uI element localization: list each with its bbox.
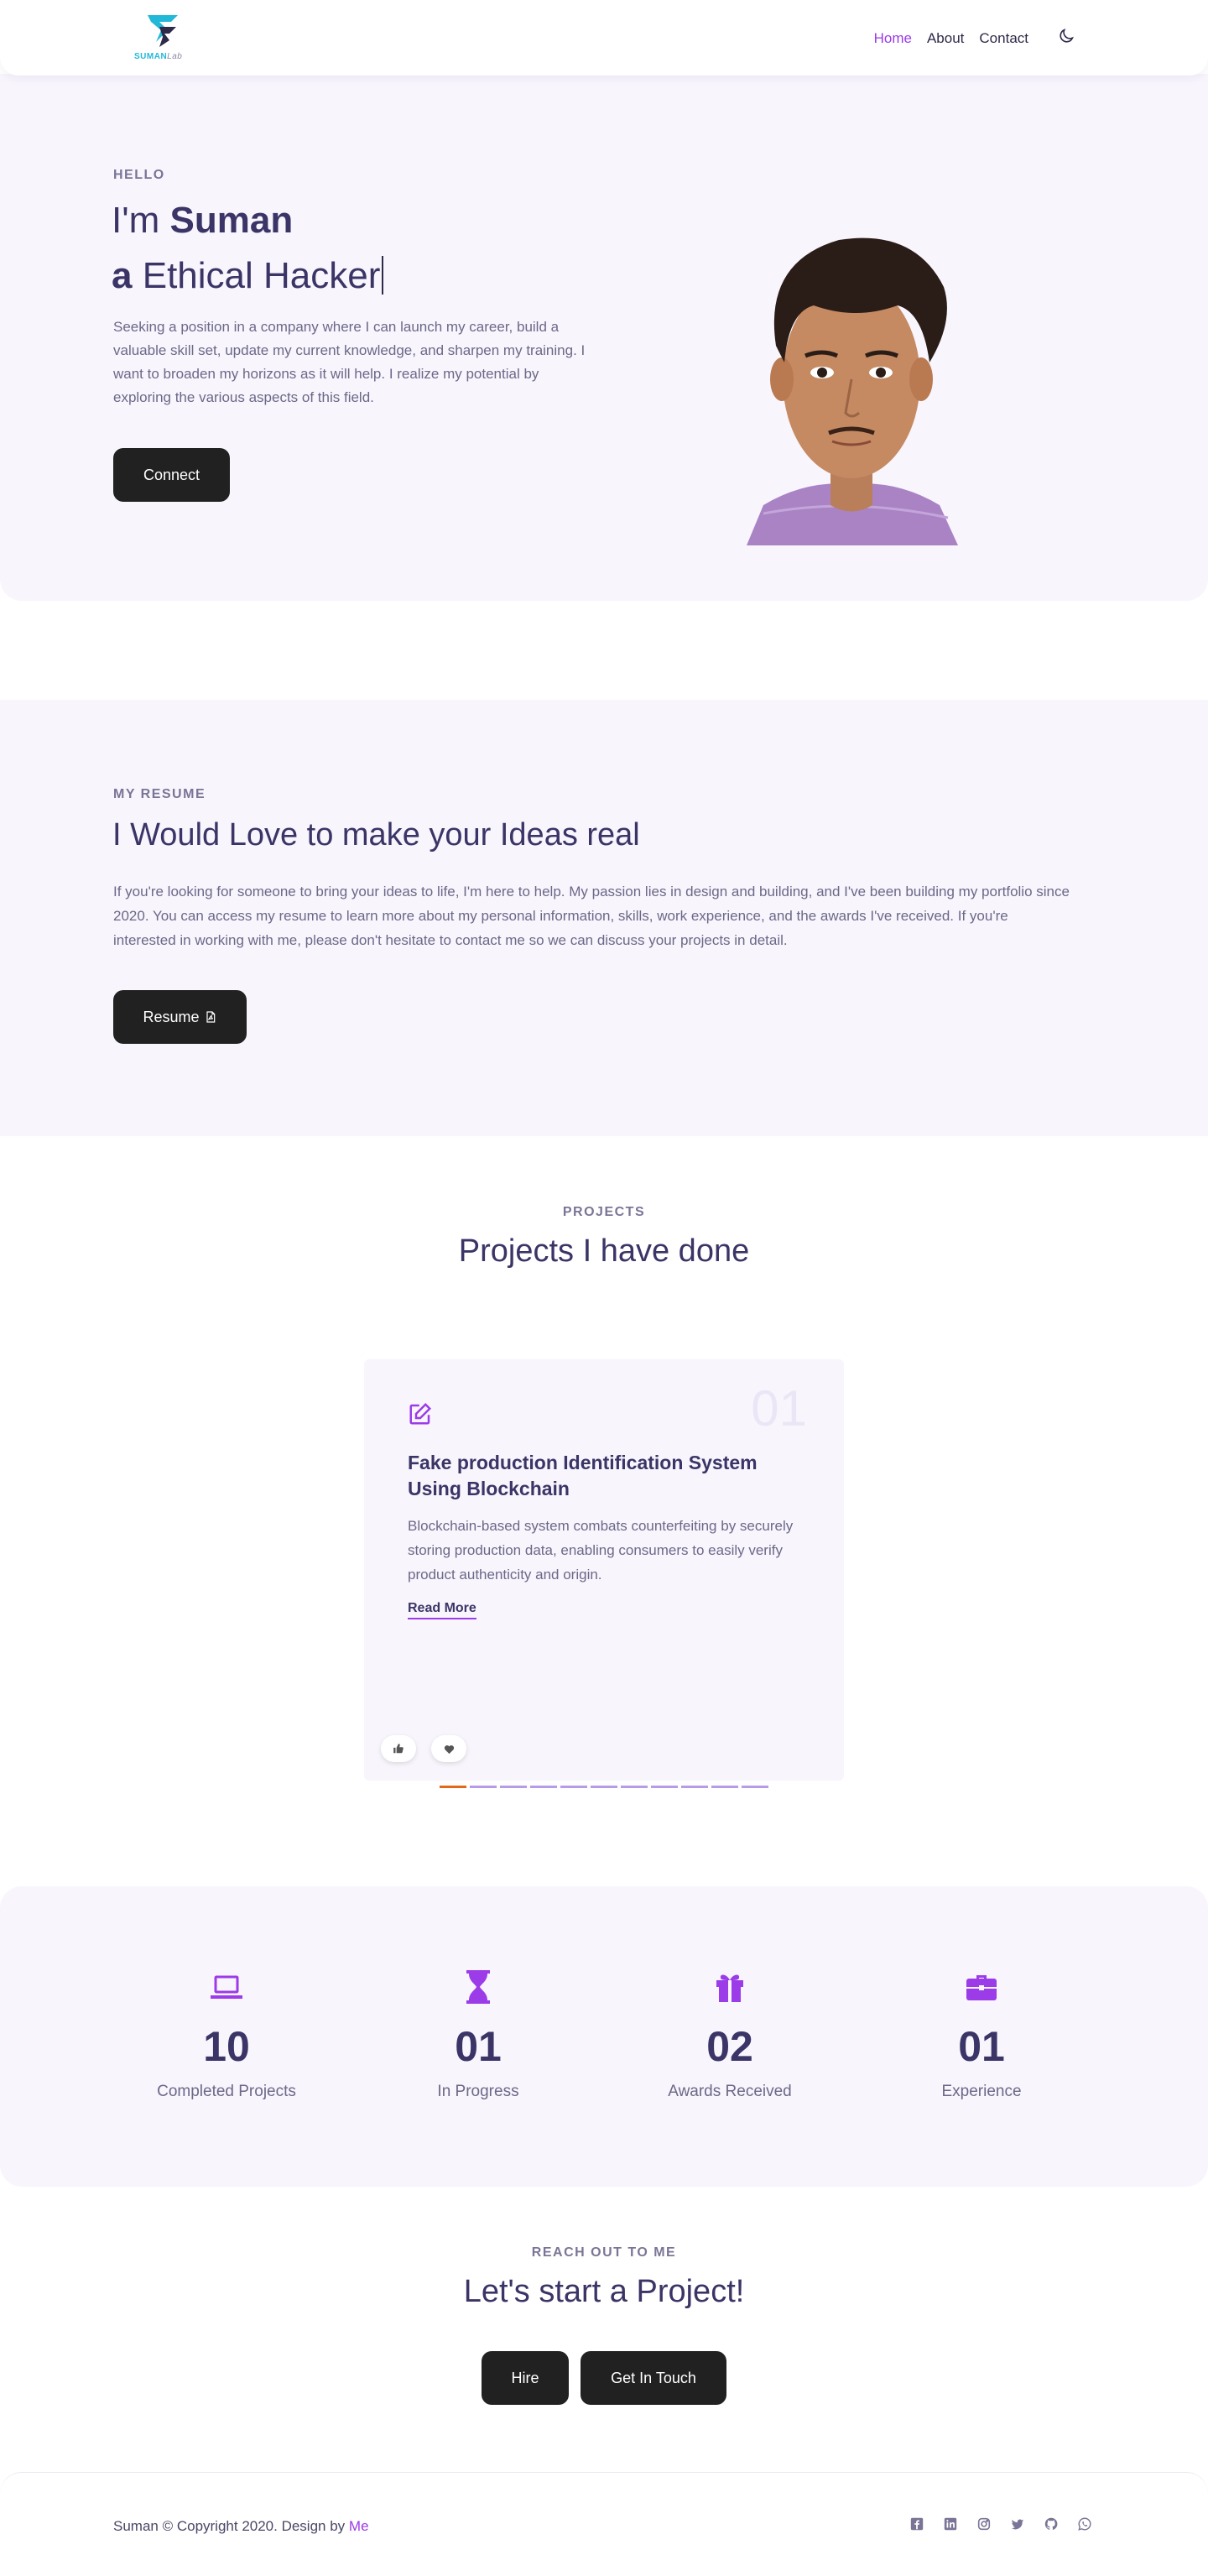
instagram-icon[interactable] (976, 2516, 993, 2533)
contact-section: REACH OUT TO ME Let's start a Project! H… (0, 2245, 1208, 2405)
briefcase-icon (963, 1969, 1000, 2005)
resume-button[interactable]: Resume (113, 990, 247, 1044)
logo-text: SUMAN (134, 52, 168, 61)
role-prefix: a (112, 255, 133, 296)
moon-icon[interactable] (1057, 27, 1079, 49)
resume-kicker: MY RESUME (113, 787, 206, 801)
carousel-dot[interactable] (530, 1786, 557, 1788)
navbar: SUMANLab Home About Contact (0, 0, 1208, 76)
designer-link[interactable]: Me (349, 2518, 369, 2534)
hero-role: Ethical Hacker (142, 255, 381, 296)
greeting-prefix: I'm (112, 200, 160, 241)
carousel-dot[interactable] (621, 1786, 648, 1788)
project-description: Blockchain-based system combats counterf… (408, 1518, 794, 1583)
gift-icon (711, 1969, 748, 2005)
copyright: Suman © Copyright 2020. Design by Me (113, 2518, 369, 2535)
hero-section: HELLO I'm Suman a Ethical Hacker Seeking… (0, 74, 1208, 601)
logo-icon (148, 15, 178, 47)
footer: Suman © Copyright 2020. Design by Me (0, 2472, 1208, 2576)
twitter-icon[interactable] (1010, 2516, 1027, 2533)
stat-label: Awards Received (668, 2083, 792, 2100)
carousel-dot[interactable] (591, 1786, 617, 1788)
nav-home[interactable]: Home (874, 30, 912, 47)
whatsapp-icon[interactable] (1077, 2516, 1094, 2533)
hero-name: Suman (169, 200, 294, 241)
laptop-icon (208, 1969, 245, 2005)
carousel-dot[interactable] (560, 1786, 587, 1788)
stat-value: 10 (203, 2023, 250, 2070)
hero-bio: Seeking a position in a company where I … (113, 319, 586, 405)
contact-title: Let's start a Project! (463, 2274, 745, 2309)
carousel-dot[interactable] (500, 1786, 527, 1788)
social-links (909, 2516, 1094, 2533)
carousel-dot[interactable] (742, 1786, 768, 1788)
nav-about[interactable]: About (927, 30, 964, 47)
read-more-link[interactable]: Read More (408, 1601, 476, 1619)
stat-label: Experience (941, 2083, 1022, 2100)
project-title: Fake production Identification System Us… (408, 1452, 758, 1499)
carousel-pagination (440, 1786, 768, 1788)
contact-kicker: REACH OUT TO ME (531, 2245, 677, 2260)
stat-value: 02 (706, 2023, 753, 2070)
thumbs-up-icon[interactable] (381, 1735, 416, 1762)
resume-section: MY RESUME I Would Love to make your Idea… (0, 700, 1208, 1136)
carousel-dot[interactable] (681, 1786, 708, 1788)
stat-completed-projects: 10 Completed Projects (101, 1969, 352, 2101)
projects-kicker: PROJECTS (562, 1205, 646, 1219)
nav-contact[interactable]: Contact (979, 30, 1028, 47)
get-in-touch-button[interactable]: Get In Touch (581, 2351, 726, 2405)
copyright-text: Suman © Copyright 2020. Design by (113, 2518, 346, 2534)
heart-icon[interactable] (431, 1735, 466, 1762)
resume-title: I Would Love to make your Ideas real (112, 817, 640, 853)
edit-icon (408, 1401, 435, 1428)
carousel-dot[interactable] (711, 1786, 738, 1788)
project-card[interactable]: 01 Fake production Identification System… (364, 1359, 844, 1781)
resume-text: If you're looking for someone to bring y… (113, 884, 1070, 948)
nav-links: Home About Contact (874, 30, 1028, 47)
stat-label: In Progress (437, 2083, 519, 2100)
carousel-dot[interactable] (440, 1786, 466, 1788)
hire-button[interactable]: Hire (482, 2351, 569, 2405)
project-number: 01 (751, 1380, 807, 1437)
hero-kicker: HELLO (113, 168, 165, 182)
hourglass-icon (460, 1969, 497, 2005)
stat-value: 01 (958, 2023, 1005, 2070)
resume-button-label: Resume (143, 1008, 200, 1025)
connect-button[interactable]: Connect (113, 448, 230, 502)
stat-awards-received: 02 Awards Received (604, 1969, 856, 2101)
site-logo[interactable]: SUMANLab (134, 10, 193, 65)
carousel-dot[interactable] (470, 1786, 497, 1788)
projects-title: Projects I have done (458, 1233, 750, 1269)
stats-section: 10 Completed Projects 01 In Progress 02 … (0, 1886, 1208, 2187)
projects-header: PROJECTS Projects I have done (0, 1205, 1208, 1270)
stat-value: 01 (455, 2023, 502, 2070)
github-icon[interactable] (1044, 2516, 1060, 2533)
carousel-dot[interactable] (651, 1786, 678, 1788)
stat-label: Completed Projects (157, 2083, 296, 2100)
file-pdf-icon (204, 1009, 217, 1025)
hero-heading: I'm Suman a Ethical Hacker (112, 193, 384, 304)
logo-subtext: Lab (167, 52, 183, 61)
stat-in-progress: 01 In Progress (352, 1969, 604, 2101)
profile-photo (747, 237, 958, 545)
stat-experience: 01 Experience (856, 1969, 1107, 2101)
facebook-icon[interactable] (909, 2516, 926, 2533)
linkedin-icon[interactable] (943, 2516, 960, 2533)
typing-cursor (382, 256, 384, 295)
